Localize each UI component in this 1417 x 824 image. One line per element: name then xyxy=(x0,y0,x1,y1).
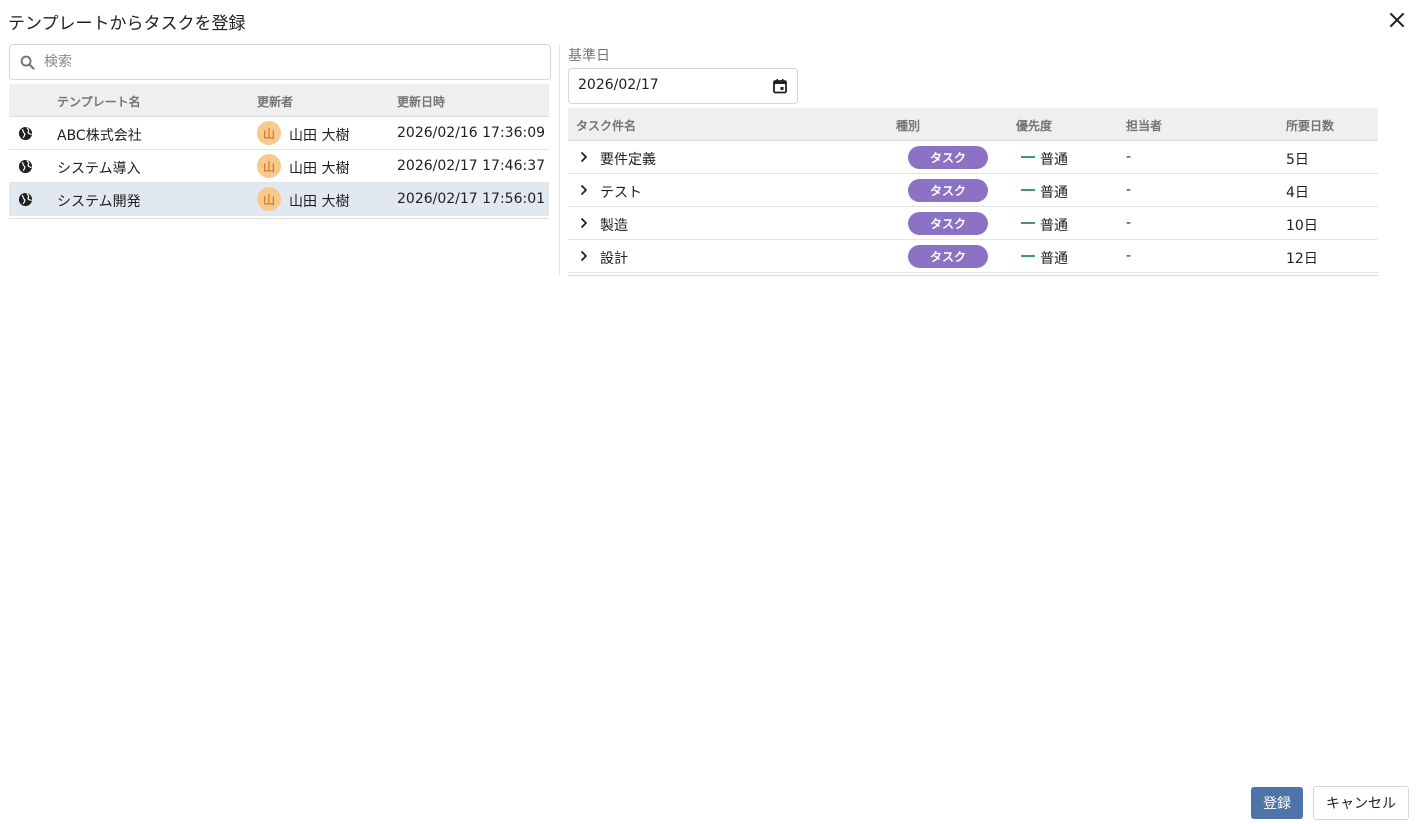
task-duration: 4日 xyxy=(1286,185,1309,201)
task-type-badge: タスク xyxy=(908,245,988,268)
dialog-title: テンプレートからタスクを登録 xyxy=(8,14,246,34)
updated-at: 2026/02/16 17:36:09 xyxy=(397,125,546,141)
column-header-duration: 所要日数 xyxy=(1286,119,1335,133)
task-assignee: - xyxy=(1126,215,1132,231)
task-type-badge: タスク xyxy=(908,146,988,169)
task-row[interactable]: 設計 タスク 普通 - 12日 xyxy=(568,240,1378,273)
task-assignee: - xyxy=(1126,149,1132,165)
column-header-priority: 優先度 xyxy=(1016,119,1053,133)
close-icon xyxy=(1390,13,1404,27)
template-name: ABC株式会社 xyxy=(57,128,142,144)
task-assignee: - xyxy=(1126,182,1132,198)
task-table-header: タスク件名 種別 優先度 担当者 所要日数 xyxy=(568,108,1378,141)
task-row[interactable]: 製造 タスク 普通 - 10日 xyxy=(568,207,1378,240)
template-name: システム導入 xyxy=(57,161,141,177)
search-field[interactable] xyxy=(9,44,551,80)
chevron-right-icon[interactable] xyxy=(577,216,591,230)
column-header-task-name: タスク件名 xyxy=(576,119,637,133)
search-icon xyxy=(10,55,44,70)
template-name: システム開発 xyxy=(57,194,141,210)
chevron-right-icon[interactable] xyxy=(577,183,591,197)
base-date-label: 基準日 xyxy=(568,48,610,64)
task-duration: 5日 xyxy=(1286,152,1309,168)
task-row[interactable]: 要件定義 タスク 普通 - 5日 xyxy=(568,141,1378,174)
register-button[interactable]: 登録 xyxy=(1251,787,1303,819)
avatar: 山 xyxy=(257,187,281,211)
search-input[interactable] xyxy=(44,54,550,70)
close-button[interactable] xyxy=(1385,8,1409,32)
avatar: 山 xyxy=(257,121,281,145)
template-task-dialog: テンプレートからタスクを登録 テンプレート名 更新者 更新日時 ABC株式会社 xyxy=(0,0,1417,824)
updater-name: 山田 大樹 xyxy=(289,128,350,144)
template-table-header: テンプレート名 更新者 更新日時 xyxy=(9,84,549,117)
priority-normal-icon xyxy=(1021,222,1035,224)
cancel-button[interactable]: キャンセル xyxy=(1313,786,1409,820)
column-header-assignee: 担当者 xyxy=(1126,119,1163,133)
task-name: 要件定義 xyxy=(600,152,656,168)
task-assignee: - xyxy=(1126,248,1132,264)
column-header-updater[interactable]: 更新者 xyxy=(257,93,293,110)
task-type-badge: タスク xyxy=(908,212,988,235)
column-header-type: 種別 xyxy=(896,119,921,133)
template-row[interactable]: システム導入 山 山田 大樹 2026/02/17 17:46:37 xyxy=(9,150,549,183)
table-footer-divider xyxy=(9,216,549,219)
task-name: テスト xyxy=(600,185,642,201)
task-name: 設計 xyxy=(600,251,628,267)
column-header-template-name[interactable]: テンプレート名 xyxy=(57,93,141,110)
chevron-right-icon[interactable] xyxy=(577,150,591,164)
calendar-icon[interactable] xyxy=(772,78,788,94)
priority-normal-icon xyxy=(1021,189,1035,191)
task-priority: 普通 xyxy=(1040,185,1068,201)
column-header-updated-at[interactable]: 更新日時 xyxy=(397,93,445,110)
base-date-field[interactable] xyxy=(568,68,798,104)
updated-at: 2026/02/17 17:46:37 xyxy=(397,158,546,174)
globe-icon xyxy=(18,126,33,141)
task-priority: 普通 xyxy=(1040,152,1068,168)
task-name: 製造 xyxy=(600,218,628,234)
chevron-right-icon[interactable] xyxy=(577,249,591,263)
task-priority: 普通 xyxy=(1040,218,1068,234)
globe-icon xyxy=(18,159,33,174)
template-row-selected[interactable]: システム開発 山 山田 大樹 2026/02/17 17:56:01 xyxy=(9,183,549,216)
updated-at: 2026/02/17 17:56:01 xyxy=(397,191,546,207)
template-row[interactable]: ABC株式会社 山 山田 大樹 2026/02/16 17:36:09 xyxy=(9,117,549,150)
updater-name: 山田 大樹 xyxy=(289,161,350,177)
base-date-input[interactable] xyxy=(578,77,758,93)
table-footer-divider xyxy=(568,273,1378,276)
template-table: テンプレート名 更新者 更新日時 ABC株式会社 山 山田 大樹 2026/02… xyxy=(9,84,549,219)
updater-name: 山田 大樹 xyxy=(289,194,350,210)
avatar: 山 xyxy=(257,154,281,178)
panel-divider xyxy=(559,44,560,276)
priority-normal-icon xyxy=(1021,255,1035,257)
task-type-badge: タスク xyxy=(908,179,988,202)
task-row[interactable]: テスト タスク 普通 - 4日 xyxy=(568,174,1378,207)
priority-normal-icon xyxy=(1021,156,1035,158)
task-table: タスク件名 種別 優先度 担当者 所要日数 要件定義 タスク 普通 - 5日 テ… xyxy=(568,108,1378,276)
task-duration: 10日 xyxy=(1286,218,1318,234)
globe-icon xyxy=(18,192,33,207)
task-duration: 12日 xyxy=(1286,251,1318,267)
task-priority: 普通 xyxy=(1040,251,1068,267)
